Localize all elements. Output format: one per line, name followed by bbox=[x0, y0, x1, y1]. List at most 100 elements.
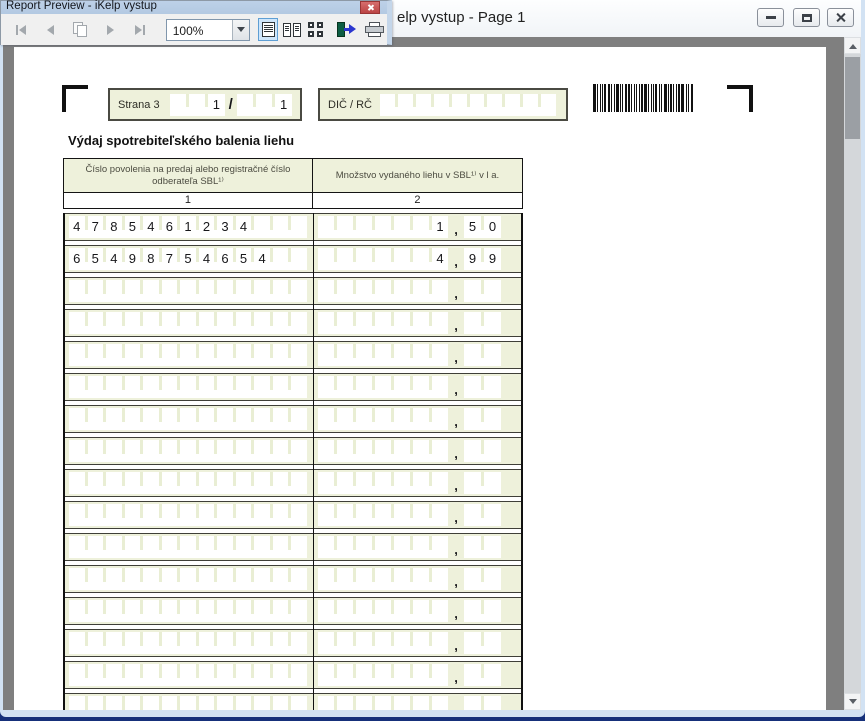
close-preview-button[interactable] bbox=[334, 18, 357, 42]
two-page-icon bbox=[283, 23, 301, 37]
decimal-separator: , bbox=[448, 661, 464, 689]
two-page-view-button[interactable] bbox=[282, 18, 302, 41]
table-border-left bbox=[63, 213, 65, 710]
table-border-middle bbox=[313, 213, 314, 710]
decimal-separator: , bbox=[448, 533, 464, 561]
preview-titlebar: Report Preview - iKelp vystup bbox=[1, 1, 387, 14]
table-row: , bbox=[63, 533, 523, 561]
previous-page-icon bbox=[47, 25, 54, 35]
decimal-separator: , bbox=[448, 565, 464, 593]
table-row: , bbox=[63, 277, 523, 305]
table-row: , bbox=[63, 629, 523, 657]
decimal-separator: , bbox=[448, 405, 464, 433]
table-row: 47854612341,50 bbox=[63, 213, 523, 241]
minimize-button[interactable] bbox=[757, 8, 784, 27]
decimal-separator: , bbox=[448, 245, 464, 273]
table-row: , bbox=[63, 501, 523, 529]
table-row: , bbox=[63, 341, 523, 369]
table-row: , bbox=[63, 469, 523, 497]
table-row: 654987546544,99 bbox=[63, 245, 523, 273]
single-page-view-button[interactable] bbox=[258, 18, 278, 41]
col2-number: 2 bbox=[313, 193, 522, 208]
chevron-down-icon bbox=[849, 699, 857, 708]
table-row: , bbox=[63, 309, 523, 337]
page-number-box: Strana 3 1 / 1 bbox=[108, 88, 302, 121]
previous-page-button[interactable] bbox=[41, 18, 60, 42]
strana-current-cells: 1 bbox=[170, 94, 225, 116]
table-border-right bbox=[521, 213, 523, 710]
col2-header: Množstvo vydaného liehu v SBL¹⁾ v l a. bbox=[313, 159, 522, 192]
dic-box: DIČ / RČ bbox=[318, 88, 568, 121]
decimal-separator: , bbox=[448, 693, 464, 710]
strana-total-cells: 1 bbox=[237, 94, 292, 116]
section-title: Výdaj spotrebiteľského balenia liehu bbox=[68, 133, 294, 148]
scroll-down-button[interactable] bbox=[844, 693, 861, 710]
scrollbar-thumb[interactable] bbox=[845, 57, 860, 139]
exit-door-icon bbox=[336, 22, 356, 38]
vertical-scrollbar bbox=[844, 37, 861, 710]
main-window: elp vystup - Page 1 Strana 3 1 / 1 DIČ /… bbox=[3, 0, 861, 710]
dic-cells bbox=[380, 94, 556, 116]
printer-icon bbox=[365, 22, 384, 38]
decimal-separator: , bbox=[448, 309, 464, 337]
close-button[interactable] bbox=[827, 8, 854, 27]
barcode bbox=[593, 84, 709, 112]
preview-canvas: Strana 3 1 / 1 DIČ / RČ Výdaj spotrebite… bbox=[3, 37, 844, 710]
decimal-separator: , bbox=[448, 469, 464, 497]
col1-header: Číslo povolenia na predaj alebo registra… bbox=[64, 159, 313, 192]
decimal-separator: , bbox=[448, 501, 464, 529]
preview-close-button[interactable] bbox=[360, 1, 380, 14]
main-window-title: elp vystup - Page 1 bbox=[397, 9, 525, 26]
table-row: , bbox=[63, 565, 523, 593]
multi-page-icon bbox=[308, 22, 323, 37]
copy-pages-button[interactable] bbox=[69, 18, 92, 42]
first-page-icon bbox=[16, 25, 26, 35]
preview-window-title: Report Preview - iKelp vystup bbox=[6, 0, 157, 12]
screen: elp vystup - Page 1 Strana 3 1 / 1 DIČ /… bbox=[0, 0, 865, 721]
next-page-icon bbox=[107, 25, 114, 35]
table-rows: 47854612341,50 654987546544,99,,,,,,,,,,,… bbox=[63, 213, 523, 710]
last-page-icon bbox=[135, 25, 145, 35]
single-page-icon bbox=[262, 22, 275, 37]
decimal-separator: , bbox=[448, 597, 464, 625]
maximize-button[interactable] bbox=[793, 8, 820, 27]
column-number-row: 1 2 bbox=[63, 192, 523, 209]
table-row: , bbox=[63, 693, 523, 710]
decimal-separator: , bbox=[448, 213, 464, 241]
decimal-separator: , bbox=[448, 437, 464, 465]
crop-mark-top-right-icon bbox=[727, 85, 753, 112]
strana-label: Strana 3 bbox=[118, 99, 160, 111]
multi-page-view-button[interactable] bbox=[305, 18, 325, 41]
preview-toolbar: 100% bbox=[1, 14, 387, 45]
maximize-icon bbox=[802, 14, 812, 22]
table-row: , bbox=[63, 437, 523, 465]
col1-number: 1 bbox=[64, 193, 313, 208]
print-button[interactable] bbox=[362, 18, 387, 42]
minimize-icon bbox=[766, 16, 776, 19]
scroll-up-button[interactable] bbox=[844, 37, 861, 54]
form-table: Číslo povolenia na predaj alebo registra… bbox=[63, 158, 523, 710]
close-icon bbox=[835, 12, 846, 23]
chevron-up-icon bbox=[849, 40, 857, 49]
crop-mark-top-left-icon bbox=[62, 85, 88, 112]
preview-window: Report Preview - iKelp vystup bbox=[0, 0, 392, 45]
strana-separator: / bbox=[225, 96, 237, 113]
zoom-value: 100% bbox=[167, 20, 233, 40]
table-row: , bbox=[63, 373, 523, 401]
table-row: , bbox=[63, 405, 523, 433]
copy-pages-icon bbox=[73, 22, 88, 38]
decimal-separator: , bbox=[448, 373, 464, 401]
dropdown-button[interactable] bbox=[232, 20, 249, 40]
table-header-row: Číslo povolenia na predaj alebo registra… bbox=[63, 158, 523, 192]
last-page-button[interactable] bbox=[129, 18, 152, 42]
decimal-separator: , bbox=[448, 629, 464, 657]
next-page-button[interactable] bbox=[101, 18, 120, 42]
close-icon bbox=[367, 4, 374, 11]
table-row: , bbox=[63, 661, 523, 689]
chevron-down-icon bbox=[237, 27, 245, 36]
dic-label: DIČ / RČ bbox=[328, 99, 372, 111]
decimal-separator: , bbox=[448, 341, 464, 369]
decimal-separator: , bbox=[448, 277, 464, 305]
first-page-button[interactable] bbox=[10, 18, 33, 42]
zoom-combobox[interactable]: 100% bbox=[166, 19, 251, 41]
